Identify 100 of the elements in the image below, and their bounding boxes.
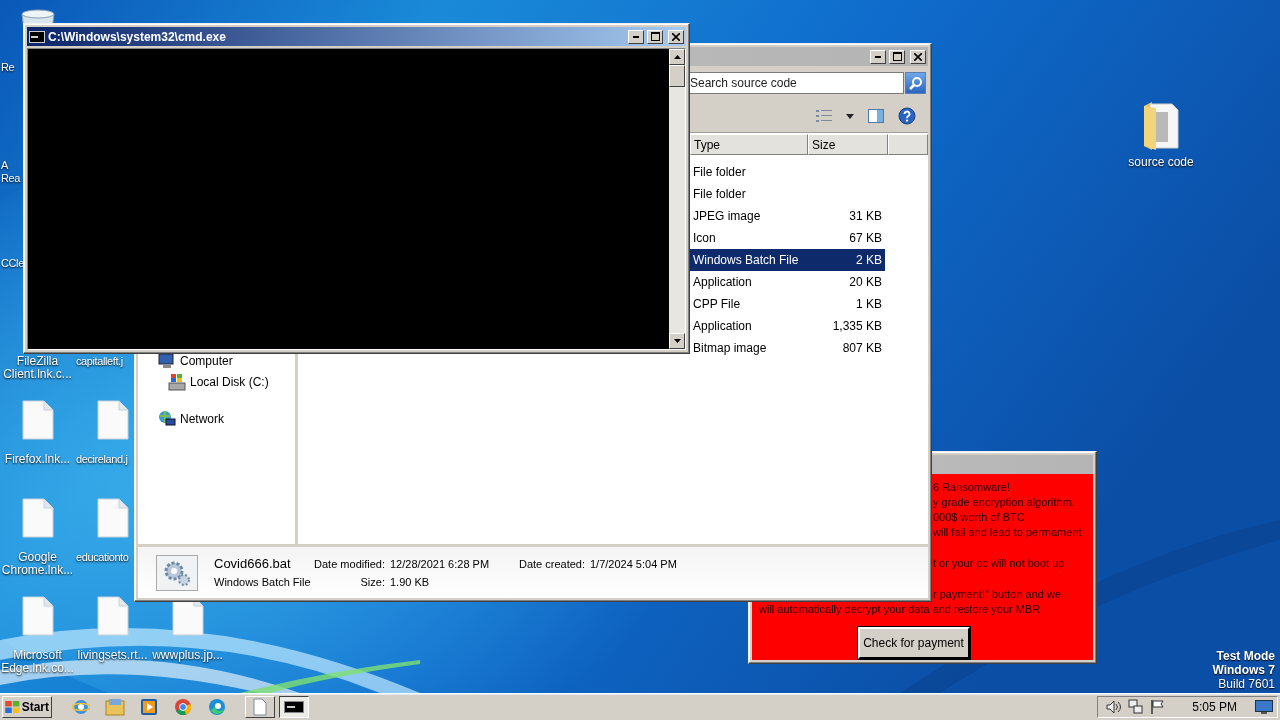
file-row[interactable]: File folder: [690, 161, 885, 183]
minimize-icon: [633, 35, 639, 38]
ransom-message: r payment!" button and we: [932, 587, 1063, 602]
file-row[interactable]: Icon 67 KB: [690, 227, 885, 249]
file-row[interactable]: Application 1,335 KB: [690, 315, 885, 337]
file-row[interactable]: Application 20 KB: [690, 271, 885, 293]
file-icon: [96, 400, 129, 440]
maximize-button[interactable]: [889, 49, 905, 64]
close-icon: [914, 52, 922, 61]
network-icon: [1128, 699, 1145, 715]
scroll-up-icon[interactable]: [673, 55, 681, 59]
file-icon: [96, 596, 129, 636]
file-icon: [21, 596, 54, 636]
maximize-icon: [650, 32, 660, 41]
table-cell-text: Application: [692, 275, 753, 289]
table-cell-text: 67 KB: [848, 231, 882, 245]
table-cell-text: File folder: [692, 165, 747, 179]
nav-item[interactable]: Computer: [180, 354, 233, 368]
table-cell-text: Icon: [692, 231, 717, 245]
check-payment-button[interactable]: Check for payment: [857, 627, 970, 659]
detail-label: Date created:: [518, 557, 586, 570]
system-notice: Build 7601: [1218, 677, 1275, 691]
file-row[interactable]: Windows Batch File 2 KB: [690, 249, 885, 271]
flag-icon: [1150, 699, 1167, 715]
dropdown-icon[interactable]: [846, 113, 854, 119]
maximize-icon: [892, 52, 902, 61]
detail-value: 1.90 KB: [390, 575, 431, 588]
disk-icon: [168, 373, 186, 391]
table-cell-text: 31 KB: [848, 209, 882, 223]
clock[interactable]: 5:05 PM: [1192, 700, 1237, 714]
file-row[interactable]: JPEG image 31 KB: [690, 205, 885, 227]
icon-label[interactable]: CCle: [1, 257, 24, 270]
ransom-message: 000$ worth of BTC: [932, 510, 1026, 525]
icon-label[interactable]: Re: [1, 61, 15, 74]
table-cell-text: 20 KB: [848, 275, 882, 289]
taskbar-button[interactable]: [139, 697, 159, 717]
icon-label[interactable]: source code: [1128, 156, 1194, 169]
detail-label: Size:: [359, 575, 386, 588]
column-header[interactable]: Size: [808, 134, 888, 155]
help-icon[interactable]: [898, 107, 916, 125]
nav-item[interactable]: Local Disk (C:): [190, 375, 269, 389]
windows-logo-icon: [5, 701, 20, 713]
console-icon: [29, 30, 45, 43]
scrollbar[interactable]: [669, 49, 685, 349]
search-button[interactable]: [905, 72, 926, 94]
icon-label[interactable]: A Rea: [1, 159, 20, 185]
edge-icon: [208, 698, 226, 716]
ransom-message: t or your pc will not boot up: [932, 556, 1066, 571]
table-cell-text: Application: [692, 319, 753, 333]
play-icon: [140, 698, 158, 716]
file-icon: [21, 498, 54, 538]
table-cell-text: CPP File: [692, 297, 742, 311]
table-cell-text: 1,335 KB: [831, 319, 882, 333]
table-cell-text: 807 KB: [841, 341, 882, 355]
column-header[interactable]: Type: [690, 134, 808, 155]
detail-label: Date modified:: [314, 557, 386, 570]
speaker-icon: [1106, 700, 1123, 714]
start-button[interactable]: Start: [2, 696, 52, 718]
ransom-message: will fail and lead to permament: [932, 525, 1083, 540]
ransom-message: will automatically decrypt your data and restore your MBR: [758, 602, 1042, 617]
folder-icon: [105, 698, 125, 716]
minimize-button[interactable]: [628, 29, 644, 44]
file-icon: [21, 400, 54, 440]
window-title: C:\Windows\system32\cmd.exe: [48, 29, 226, 44]
nav-item[interactable]: Network: [180, 412, 224, 426]
chrome-icon: [174, 698, 192, 716]
network-icon: [158, 410, 176, 428]
globe-icon: [72, 698, 90, 716]
maximize-button[interactable]: [647, 29, 663, 44]
show-desktop-icon[interactable]: [1255, 700, 1273, 714]
file-type: Windows Batch File: [214, 575, 312, 588]
minimize-icon: [875, 55, 881, 58]
table-cell-text: 2 KB: [855, 253, 882, 267]
preview-pane-icon[interactable]: [868, 109, 884, 123]
detail-value: 12/28/2021 6:28 PM: [390, 557, 491, 570]
terminal-icon: [284, 701, 304, 713]
scrollbar-thumb[interactable]: [669, 65, 685, 87]
document-icon: [253, 698, 267, 716]
ransom-message: 6 Ransomware!: [932, 480, 1012, 495]
table-cell-text: File folder: [692, 187, 747, 201]
table-cell-text: 1 KB: [855, 297, 882, 311]
close-icon: [672, 32, 680, 41]
file-row[interactable]: Bitmap image 807 KB: [690, 337, 885, 359]
system-notice: Test Mode: [1216, 649, 1275, 663]
taskbar-button[interactable]: [279, 696, 309, 718]
system-notice: Windows 7: [1212, 663, 1275, 677]
file-row[interactable]: CPP File 1 KB: [690, 293, 885, 315]
table-cell-text: Bitmap image: [692, 341, 768, 355]
minimize-button[interactable]: [870, 49, 886, 64]
table-cell-text: JPEG image: [692, 209, 762, 223]
close-button[interactable]: [910, 49, 926, 64]
search-icon: [908, 76, 923, 90]
ransom-message: y grade encryption algorithm.: [932, 495, 1076, 510]
scroll-down-icon[interactable]: [673, 339, 681, 343]
close-button[interactable]: [668, 29, 684, 44]
file-name: Covid666.bat: [214, 556, 292, 571]
file-row[interactable]: File folder: [690, 183, 885, 205]
detail-value: 1/7/2024 5:04 PM: [590, 557, 677, 570]
file-icon: [96, 498, 129, 538]
table-cell-text: Windows Batch File: [692, 253, 800, 267]
